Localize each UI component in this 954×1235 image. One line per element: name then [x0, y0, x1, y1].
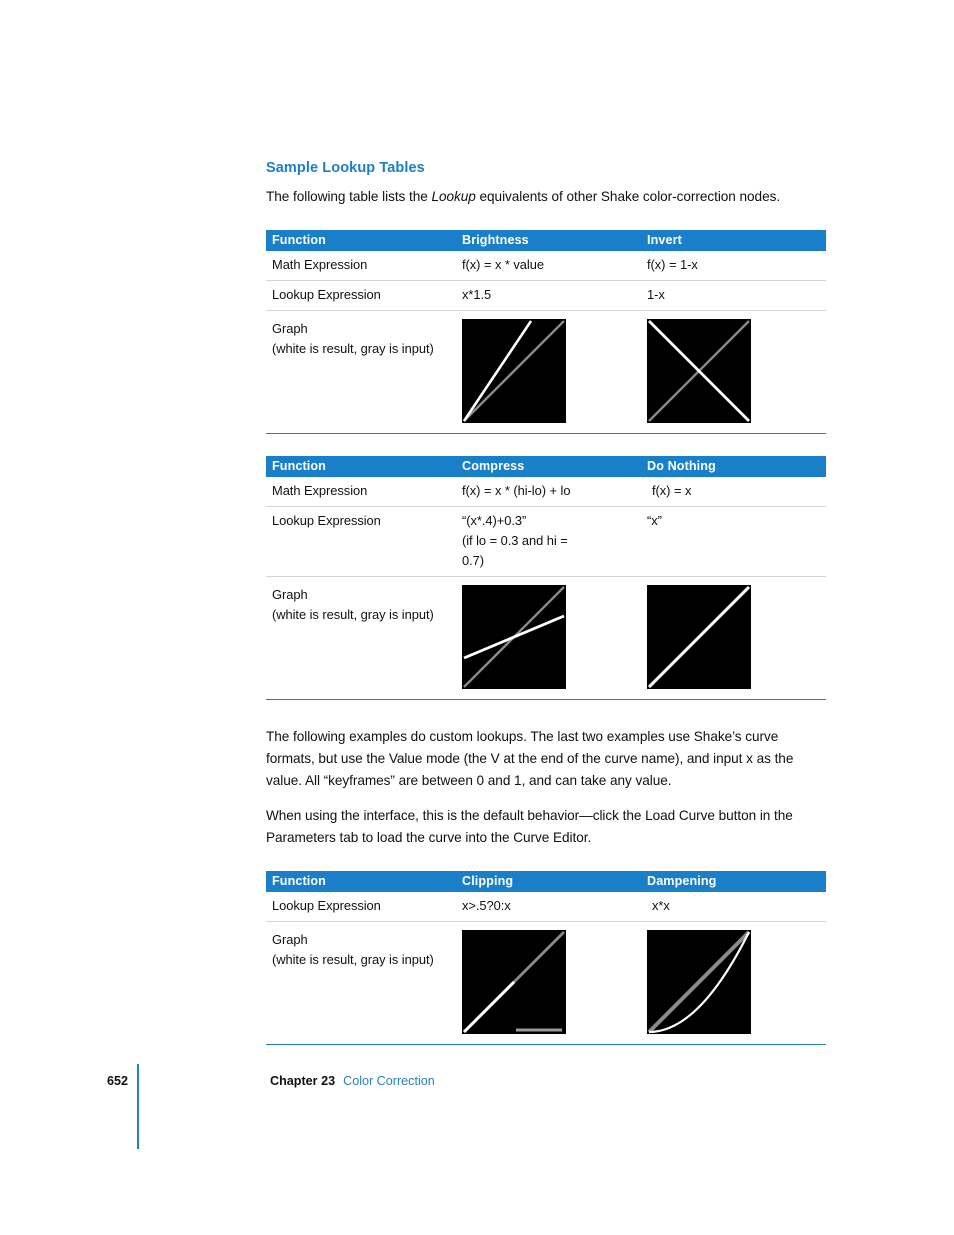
do-nothing-graph [647, 585, 751, 690]
footer-divider [137, 1064, 139, 1149]
page-title: Sample Lookup Tables [266, 160, 425, 176]
column-header-function: Function [266, 230, 456, 252]
footer-chapter-label: Chapter 23 [270, 1074, 336, 1088]
page-footer: 652 Chapter 23 Color Correction [96, 1064, 856, 1174]
column-header-dampening: Dampening [641, 871, 826, 893]
intro-paragraph: The following table lists the Lookup equ… [266, 186, 826, 208]
row-label-lookup-expression: Lookup Expression [266, 280, 456, 311]
cell-compress-lookup-line1: “(x*.4)+0.3” [462, 513, 527, 529]
brightness-graph [462, 319, 566, 424]
intro-italic-term: Lookup [431, 189, 476, 205]
table-brightness-invert: Function Brightness Invert Math Expressi… [266, 230, 826, 435]
table-graph-row: Graph (white is result, gray is input) [266, 921, 826, 1045]
page-number: 652 [106, 1074, 128, 1088]
row-label-math-expression: Math Expression [272, 257, 368, 273]
table-compress-donothing: Function Compress Do Nothing Math Expres… [266, 456, 826, 701]
page-content: Sample Lookup Tables The following table… [266, 160, 826, 1046]
graph-label-note: (white is result, gray is input) [272, 340, 434, 356]
row-label-math-expression: Math Expression [272, 483, 368, 499]
graph-label-title: Graph [272, 321, 308, 337]
table-graph-row: Graph (white is result, gray is input) [266, 310, 826, 434]
cell-do-nothing-math: f(x) = x [652, 483, 692, 499]
paragraph-custom-lookups: The following examples do custom lookups… [266, 729, 794, 789]
table-graph-row: Graph (white is result, gray is input) [266, 576, 826, 700]
graph-label-note: (white is result, gray is input) [272, 606, 434, 622]
table-header-row: Function Clipping Dampening [266, 871, 826, 893]
footer-breadcrumb: Chapter 23 Color Correction [270, 1074, 435, 1088]
paragraph-interface-behavior: When using the interface, this is the de… [266, 808, 793, 846]
cell-do-nothing-lookup: “x” [641, 506, 826, 577]
row-label-graph: Graph (white is result, gray is input) [266, 576, 456, 700]
table-row: Lookup Expression x*1.5 1-x [266, 280, 826, 311]
cell-invert-graph [641, 310, 826, 434]
clipping-graph [462, 930, 566, 1035]
column-header-invert: Invert [641, 230, 826, 252]
column-header-function: Function [266, 871, 456, 893]
cell-compress-lookup: “(x*.4)+0.3” (if lo = 0.3 and hi = 0.7) [456, 506, 641, 577]
cell-brightness-math: f(x) = x * value [462, 257, 544, 273]
cell-clipping-lookup: x>.5?0:x [462, 898, 511, 914]
cell-compress-math: f(x) = x * (hi-lo) + lo [462, 483, 571, 499]
column-header-compress: Compress [456, 456, 641, 478]
table-row: Math Expression f(x) = x * value f(x) = … [266, 251, 826, 281]
row-label-lookup-expression: Lookup Expression [272, 898, 381, 914]
graph-label-note: (white is result, gray is input) [272, 951, 434, 967]
cell-brightness-graph [456, 310, 641, 434]
cell-invert-math: f(x) = 1-x [647, 257, 698, 273]
row-label-lookup-expression: Lookup Expression [266, 506, 456, 577]
intro-text-before: The following table lists the [266, 189, 432, 205]
compress-graph [462, 585, 566, 690]
cell-compress-graph [456, 576, 641, 700]
cell-do-nothing-graph [641, 576, 826, 700]
invert-graph [647, 319, 751, 424]
column-header-function: Function [266, 456, 456, 478]
cell-invert-lookup: 1-x [641, 280, 826, 311]
footer-topic-label: Color Correction [343, 1074, 435, 1088]
table-row: Lookup Expression x>.5?0:x x*x [266, 892, 826, 922]
column-header-do-nothing: Do Nothing [641, 456, 826, 478]
cell-compress-lookup-line3: 0.7) [462, 553, 485, 569]
table-row: Lookup Expression “(x*.4)+0.3” (if lo = … [266, 506, 826, 577]
table-row: Math Expression f(x) = x * (hi-lo) + lo … [266, 477, 826, 507]
cell-dampening-lookup: x*x [652, 898, 670, 914]
cell-compress-lookup-line2: (if lo = 0.3 and hi = [462, 533, 568, 549]
column-header-clipping: Clipping [456, 871, 641, 893]
document-page: Sample Lookup Tables The following table… [0, 0, 954, 1235]
intro-text-after: equivalents of other Shake color-correct… [475, 189, 781, 205]
row-label-graph: Graph (white is result, gray is input) [266, 921, 456, 1045]
cell-brightness-lookup: x*1.5 [456, 280, 641, 311]
table-header-row: Function Brightness Invert [266, 230, 826, 252]
table-clipping-dampening: Function Clipping Dampening Lookup Expre… [266, 871, 826, 1046]
graph-label-title: Graph [272, 932, 308, 948]
table-header-row: Function Compress Do Nothing [266, 456, 826, 478]
row-label-graph: Graph (white is result, gray is input) [266, 310, 456, 434]
dampening-graph [647, 930, 751, 1035]
cell-dampening-graph [641, 921, 826, 1045]
cell-clipping-graph [456, 921, 641, 1045]
graph-label-title: Graph [272, 587, 308, 603]
column-header-brightness: Brightness [456, 230, 641, 252]
